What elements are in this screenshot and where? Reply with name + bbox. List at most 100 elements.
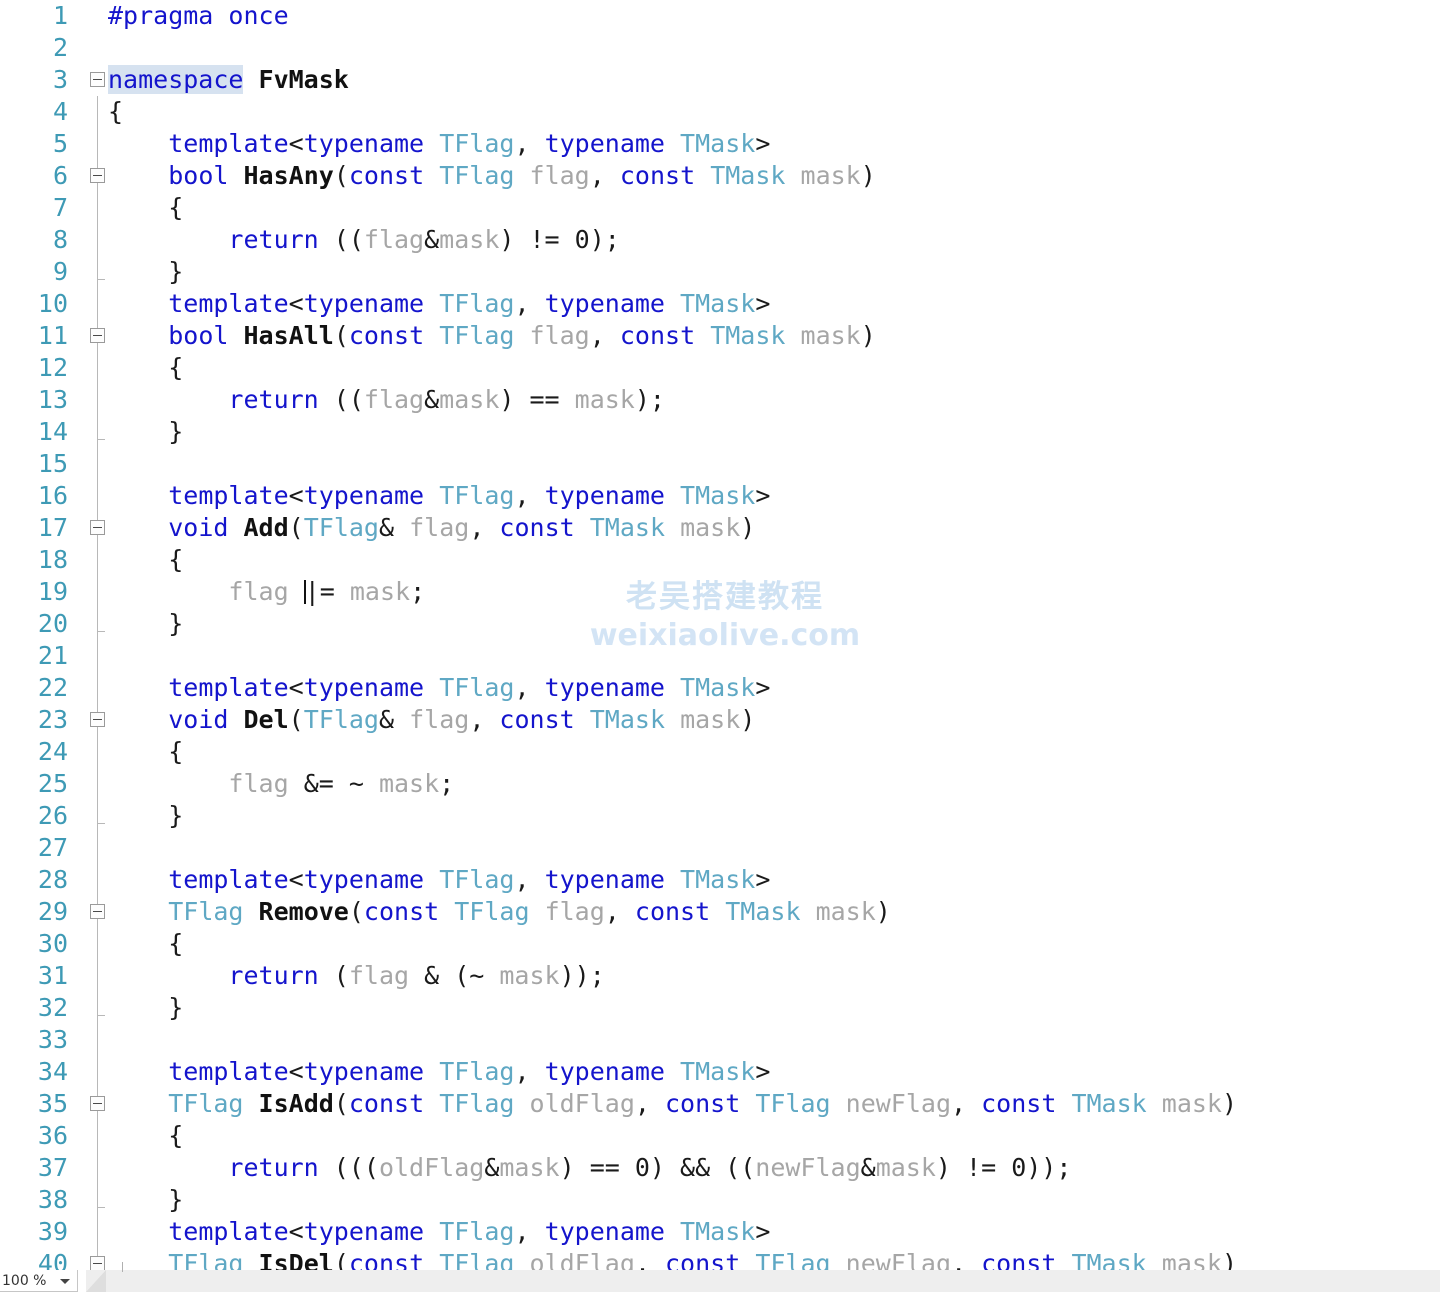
code-token: typename bbox=[544, 1217, 665, 1246]
code-line[interactable]: 17 void Add(TFlag& flag, const TMask mas… bbox=[0, 512, 1440, 544]
code-token: , bbox=[589, 161, 620, 190]
horizontal-scrollbar[interactable] bbox=[86, 1270, 1440, 1292]
code-token: & bbox=[484, 1153, 500, 1182]
code-line[interactable]: 5 template<typename TFlag, typename TMas… bbox=[0, 128, 1440, 160]
zoom-level-selector[interactable]: 100 % bbox=[0, 1270, 78, 1292]
collapse-minus-icon[interactable] bbox=[90, 168, 105, 183]
chevron-down-icon[interactable] bbox=[60, 1279, 70, 1284]
code-token: return bbox=[228, 1153, 319, 1182]
code-line[interactable]: 29 TFlag Remove(const TFlag flag, const … bbox=[0, 896, 1440, 928]
code-token: , bbox=[514, 1217, 545, 1246]
code-line[interactable]: 21 bbox=[0, 640, 1440, 672]
fold-guide-line bbox=[97, 352, 98, 384]
code-line[interactable]: 6 bool HasAny(const TFlag flag, const TM… bbox=[0, 160, 1440, 192]
code-line[interactable]: 35 TFlag IsAdd(const TFlag oldFlag, cons… bbox=[0, 1088, 1440, 1120]
code-line[interactable]: 2 bbox=[0, 32, 1440, 64]
code-line-text: { bbox=[108, 352, 183, 384]
code-line[interactable]: 38 } bbox=[0, 1184, 1440, 1216]
code-line[interactable]: 9 } bbox=[0, 256, 1440, 288]
code-line-text: template<typename TFlag, typename TMask> bbox=[108, 288, 770, 320]
code-line[interactable]: 16 template<typename TFlag, typename TMa… bbox=[0, 480, 1440, 512]
code-token: { bbox=[108, 545, 184, 574]
code-token: & bbox=[378, 513, 410, 542]
code-line[interactable]: 1 #pragma once bbox=[0, 0, 1440, 32]
code-line[interactable]: 25 flag &= ~ mask; bbox=[0, 768, 1440, 800]
collapse-minus-icon[interactable] bbox=[90, 1096, 105, 1111]
code-token: flag bbox=[409, 513, 470, 542]
code-line[interactable]: 8 return ((flag&mask) != 0); bbox=[0, 224, 1440, 256]
code-line[interactable]: 28 template<typename TFlag, typename TMa… bbox=[0, 864, 1440, 896]
line-number: 28 bbox=[37, 865, 68, 894]
code-line[interactable]: 19 flag |= mask; bbox=[0, 576, 1440, 608]
code-line[interactable]: 4{ bbox=[0, 96, 1440, 128]
code-token: > bbox=[755, 865, 771, 894]
code-line[interactable]: 3 namespace FvMask bbox=[0, 64, 1440, 96]
code-line-text: TFlag Remove(const TFlag flag, const TMa… bbox=[108, 896, 891, 928]
code-line[interactable]: 18 { bbox=[0, 544, 1440, 576]
code-token: return bbox=[228, 961, 319, 990]
code-line[interactable]: 11 bool HasAll(const TFlag flag, const T… bbox=[0, 320, 1440, 352]
collapse-minus-icon[interactable] bbox=[90, 1256, 105, 1271]
code-line[interactable]: 30 { bbox=[0, 928, 1440, 960]
code-line[interactable]: 33 bbox=[0, 1024, 1440, 1056]
code-line[interactable]: 10 template<typename TFlag, typename TMa… bbox=[0, 288, 1440, 320]
code-token: ( bbox=[348, 897, 364, 926]
code-token: const bbox=[348, 161, 425, 190]
code-token: newFlag bbox=[845, 1089, 952, 1118]
code-line[interactable]: 13 return ((flag&mask) == mask); bbox=[0, 384, 1440, 416]
code-line[interactable]: 32 } bbox=[0, 992, 1440, 1024]
code-editor-text-area[interactable]: 1 #pragma once 2 3 namespace FvMask 4{5 templ… bbox=[0, 0, 1440, 1280]
line-number: 13 bbox=[37, 385, 68, 414]
code-token: } bbox=[108, 801, 184, 830]
code-line[interactable]: 27 bbox=[0, 832, 1440, 864]
code-token: template bbox=[168, 1217, 289, 1246]
code-line[interactable]: 12 { bbox=[0, 352, 1440, 384]
code-token: < bbox=[288, 1217, 304, 1246]
collapse-minus-icon[interactable] bbox=[90, 328, 105, 343]
code-token: typename bbox=[303, 481, 425, 510]
collapse-minus-icon[interactable] bbox=[90, 904, 105, 919]
code-token: mask bbox=[680, 705, 741, 734]
code-token: typename bbox=[303, 129, 425, 158]
code-token: mask bbox=[1161, 1089, 1222, 1118]
collapse-minus-icon[interactable] bbox=[90, 712, 105, 727]
code-token: ( bbox=[333, 1089, 349, 1118]
code-token: & (~ bbox=[409, 961, 500, 990]
collapse-minus-icon[interactable] bbox=[90, 72, 105, 87]
code-token: ) bbox=[875, 897, 891, 926]
collapse-minus-icon[interactable] bbox=[90, 520, 105, 535]
code-token: flag bbox=[363, 225, 425, 254]
fold-guide-line bbox=[97, 1120, 98, 1152]
code-line-text: #pragma once bbox=[108, 0, 289, 32]
code-token: mask bbox=[875, 1153, 936, 1182]
code-token: const bbox=[499, 513, 575, 542]
code-line[interactable]: 20 } bbox=[0, 608, 1440, 640]
code-line[interactable]: 22 template<typename TFlag, typename TMa… bbox=[0, 672, 1440, 704]
code-line[interactable]: 23 void Del(TFlag& flag, const TMask mas… bbox=[0, 704, 1440, 736]
code-line[interactable]: 37 return (((oldFlag&mask) == 0) && ((ne… bbox=[0, 1152, 1440, 1184]
code-line[interactable]: 31 return (flag & (~ mask)); bbox=[0, 960, 1440, 992]
code-line[interactable]: 15 bbox=[0, 448, 1440, 480]
horizontal-scrollbar-thumb[interactable] bbox=[86, 1270, 106, 1292]
code-token: { bbox=[108, 353, 184, 382]
code-line[interactable]: 26 } bbox=[0, 800, 1440, 832]
line-number: 25 bbox=[37, 769, 68, 798]
code-line[interactable]: 36 { bbox=[0, 1120, 1440, 1152]
code-line[interactable]: 39 template<typename TFlag, typename TMa… bbox=[0, 1216, 1440, 1248]
code-line[interactable]: 24 { bbox=[0, 736, 1440, 768]
line-number: 31 bbox=[37, 961, 68, 990]
code-line[interactable]: 7 { bbox=[0, 192, 1440, 224]
code-token: ( bbox=[333, 161, 349, 190]
code-line[interactable]: 34 template<typename TFlag, typename TMa… bbox=[0, 1056, 1440, 1088]
code-line[interactable]: 14 } bbox=[0, 416, 1440, 448]
